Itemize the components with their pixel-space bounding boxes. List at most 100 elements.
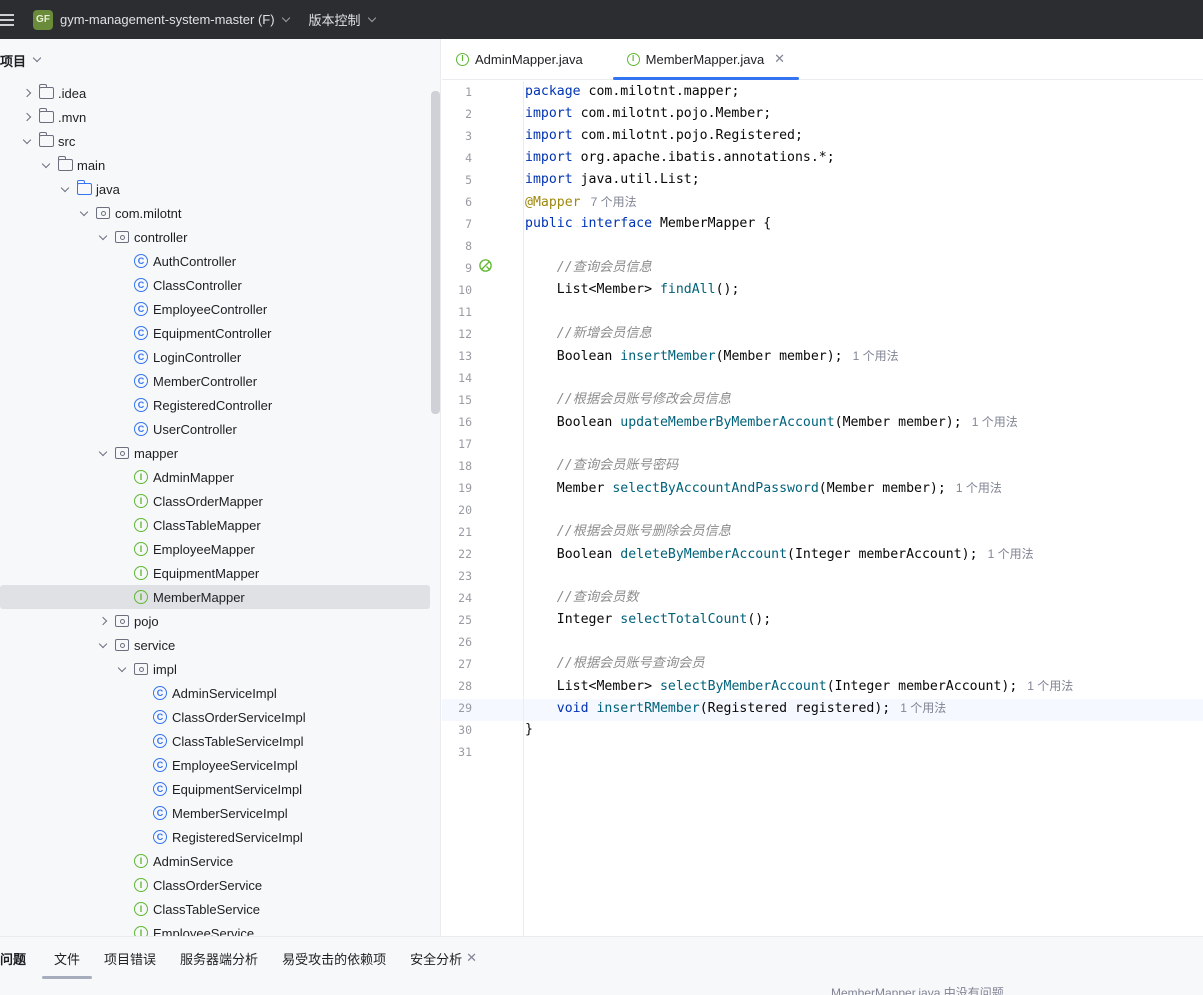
chevron-right-icon[interactable]	[97, 615, 109, 627]
usage-hint[interactable]: 1 个用法	[1027, 679, 1073, 693]
code-line[interactable]: //根据会员账号修改会员信息	[525, 389, 731, 411]
tree-item[interactable]: C AuthController	[0, 249, 430, 273]
chevron-down-icon[interactable]	[116, 663, 128, 675]
problems-tab[interactable]: 服务器端分析	[168, 937, 270, 979]
tree-item[interactable]: main	[0, 153, 430, 177]
tree-item[interactable]: I EmployeeService	[0, 921, 430, 936]
usage-hint[interactable]: 1 个用法	[956, 481, 1002, 495]
tree-item[interactable]: C ClassTableServiceImpl	[0, 729, 430, 753]
problems-tab[interactable]: 文件	[42, 937, 93, 979]
code-token: import	[525, 106, 581, 121]
chevron-down-icon[interactable]	[97, 639, 109, 651]
chevron-down-icon[interactable]	[40, 159, 52, 171]
tree-item[interactable]: I MemberMapper	[0, 585, 430, 609]
tree-item[interactable]: C EmployeeController	[0, 297, 430, 321]
chevron-down-icon[interactable]	[32, 53, 42, 63]
code-line[interactable]: //查询会员账号密码	[525, 455, 678, 477]
usage-hint[interactable]: 1 个用法	[972, 415, 1018, 429]
chevron-down-icon[interactable]	[97, 231, 109, 243]
tree-item[interactable]: C EmployeeServiceImpl	[0, 753, 430, 777]
tree-item[interactable]: I EquipmentMapper	[0, 561, 430, 585]
close-icon[interactable]: ✕	[466, 950, 477, 966]
code-line[interactable]: Boolean updateMemberByMemberAccount(Memb…	[525, 411, 1018, 433]
code-line[interactable]: import java.util.List;	[525, 169, 700, 191]
close-icon[interactable]: ✕	[774, 51, 785, 67]
tree-item[interactable]: I ClassOrderMapper	[0, 489, 430, 513]
vcs-menu[interactable]: 版本控制	[309, 10, 361, 29]
code-line[interactable]: public interface MemberMapper {	[525, 213, 771, 235]
chevron-down-icon[interactable]	[97, 447, 109, 459]
tree-item[interactable]: service	[0, 633, 430, 657]
code-line[interactable]: @Mapper 7 个用法	[525, 191, 637, 213]
tree-item[interactable]: C EquipmentServiceImpl	[0, 777, 430, 801]
project-panel-header[interactable]: 项目	[0, 39, 440, 81]
code-line[interactable]: //查询会员信息	[525, 257, 652, 279]
problems-tab[interactable]: 安全分析 ✕	[398, 937, 489, 979]
code-line[interactable]: }	[525, 719, 533, 741]
tree-item[interactable]: .mvn	[0, 105, 430, 129]
tree-item[interactable]: I AdminService	[0, 849, 430, 873]
tree-item[interactable]: controller	[0, 225, 430, 249]
code-line[interactable]: //根据会员账号删除会员信息	[525, 521, 731, 543]
chevron-right-icon[interactable]	[21, 111, 33, 123]
chevron-right-icon[interactable]	[21, 87, 33, 99]
tree-item[interactable]: C MemberServiceImpl	[0, 801, 430, 825]
tree-item[interactable]: I AdminMapper	[0, 465, 430, 489]
code-line[interactable]: List<Member> selectByMemberAccount(Integ…	[525, 675, 1074, 697]
editor-tab[interactable]: I AdminMapper.java	[442, 39, 597, 79]
code-line[interactable]: Boolean insertMember(Member member); 1 个用…	[525, 345, 899, 367]
chevron-down-icon[interactable]	[21, 135, 33, 147]
project-badge[interactable]: GF	[33, 9, 53, 30]
code-line[interactable]: Boolean deleteByMemberAccount(Integer me…	[525, 543, 1034, 565]
chevron-down-icon[interactable]	[78, 207, 90, 219]
tree-item[interactable]: C RegisteredServiceImpl	[0, 825, 430, 849]
tree-item[interactable]: I ClassTableMapper	[0, 513, 430, 537]
tree-item[interactable]: mapper	[0, 441, 430, 465]
code-line[interactable]: List<Member> findAll();	[525, 279, 740, 301]
tree-item[interactable]: C RegisteredController	[0, 393, 430, 417]
tree-item[interactable]: I ClassOrderService	[0, 873, 430, 897]
editor: I AdminMapper.java I MemberMapper.java ✕ 123…	[442, 39, 1203, 936]
tree-item[interactable]: pojo	[0, 609, 430, 633]
tree-item[interactable]: .idea	[0, 81, 430, 105]
tree-item[interactable]: src	[0, 129, 430, 153]
usage-hint[interactable]: 7 个用法	[591, 195, 637, 209]
tree-item[interactable]: C UserController	[0, 417, 430, 441]
tree-item[interactable]: I EmployeeMapper	[0, 537, 430, 561]
problems-tab[interactable]: 易受攻击的依赖项	[270, 937, 398, 979]
code-line[interactable]: import com.milotnt.pojo.Member;	[525, 103, 771, 125]
code-area[interactable]: package com.milotnt.mapper; import com.mi…	[525, 81, 1203, 936]
chevron-down-icon[interactable]	[367, 13, 376, 22]
chevron-down-icon[interactable]	[59, 183, 71, 195]
code-line[interactable]: //新增会员信息	[525, 323, 652, 345]
code-line[interactable]: Member selectByAccountAndPassword(Member…	[525, 477, 1002, 499]
tree-item[interactable]: C MemberController	[0, 369, 430, 393]
problems-tab[interactable]: 项目错误	[92, 937, 168, 979]
tree-item[interactable]: I ClassTableService	[0, 897, 430, 921]
code-line[interactable]: //查询会员数	[525, 587, 639, 609]
editor-tab[interactable]: I MemberMapper.java ✕	[612, 39, 800, 80]
usage-hint[interactable]: 1 个用法	[853, 349, 899, 363]
spring-bean-gutter-icon[interactable]	[478, 258, 493, 273]
tree-item[interactable]: C EquipmentController	[0, 321, 430, 345]
chevron-down-icon[interactable]	[281, 13, 290, 22]
tree-item[interactable]: C AdminServiceImpl	[0, 681, 430, 705]
problems-panel-title[interactable]: 问题	[0, 937, 42, 979]
code-line[interactable]: Integer selectTotalCount();	[525, 609, 771, 631]
tree-item[interactable]: C ClassOrderServiceImpl	[0, 705, 430, 729]
tree-item[interactable]: impl	[0, 657, 430, 681]
tree-item[interactable]: C LoginController	[0, 345, 430, 369]
tree-item[interactable]: C ClassController	[0, 273, 430, 297]
usage-hint[interactable]: 1 个用法	[900, 701, 946, 715]
scrollbar-thumb[interactable]	[431, 91, 440, 414]
code-line[interactable]: package com.milotnt.mapper;	[525, 81, 739, 103]
code-line[interactable]: void insertRMember(Registered registered…	[525, 697, 947, 719]
main-menu-icon[interactable]	[0, 13, 14, 26]
tree-item[interactable]: java	[0, 177, 430, 201]
code-line[interactable]: import org.apache.ibatis.annotations.*;	[525, 147, 835, 169]
usage-hint[interactable]: 1 个用法	[988, 547, 1034, 561]
code-line[interactable]: //根据会员账号查询会员	[525, 653, 705, 675]
tree-item[interactable]: com.milotnt	[0, 201, 430, 225]
project-name[interactable]: gym-management-system-master (F)	[60, 12, 275, 27]
code-line[interactable]: import com.milotnt.pojo.Registered;	[525, 125, 803, 147]
